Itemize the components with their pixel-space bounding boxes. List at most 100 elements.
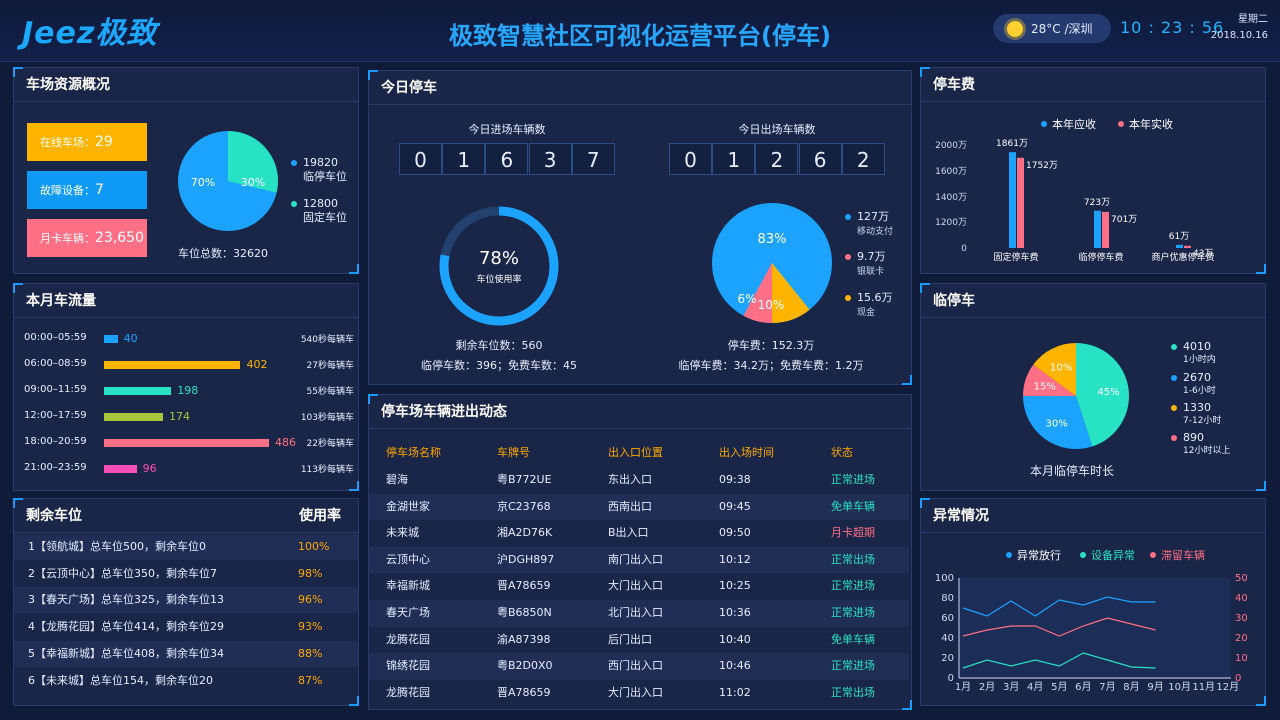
usage-label: 车位使用率	[476, 273, 521, 285]
remaining-spaces-panel: 剩余车位 使用率 1【领航城】总车位500，剩余车位0 100% 2【云顶中心】总车位…	[13, 498, 359, 706]
table-cell: 10:12	[719, 552, 751, 566]
x-tick: 12月	[1216, 681, 1239, 693]
flow-row: 18:00–20:59 486 22秒每辆车	[24, 436, 354, 450]
bar-received	[1017, 157, 1024, 248]
legend-receivable: 本年应收	[1052, 117, 1096, 131]
abnormal-panel: 异常情况 异常放行 设备异常 滞留车辆 0 20 40 60 80 100 0 10 20 30 40 50…	[920, 498, 1266, 706]
flow-row: 09:00–11:59 198 55秒每辆车	[24, 384, 354, 398]
space-type-pie: 70% 30%	[178, 131, 278, 231]
remain-text: 5【幸福新城】总车位408，剩余车位34	[28, 646, 224, 660]
flow-value: 174	[169, 410, 191, 423]
table-cell: 龙腾花园	[386, 685, 430, 699]
y-tick: 1200万	[935, 218, 967, 228]
table-cell: 11:02	[719, 685, 751, 699]
table-cell: 10:36	[719, 606, 751, 619]
in-count-digits: 01637	[399, 143, 615, 175]
flow-value: 402	[246, 358, 268, 371]
legend-value: 4010	[1183, 340, 1211, 353]
legend-value: 1330	[1183, 401, 1211, 414]
table-cell: 晋A78659	[497, 685, 551, 699]
table-cell: 10:40	[719, 632, 751, 646]
panel-title: 剩余车位 使用率	[14, 499, 358, 533]
usage-pct: 78%	[479, 248, 519, 269]
legend-received: 本年实收	[1129, 117, 1173, 131]
remain-text: 剩余车位数：560	[455, 339, 543, 352]
bar-label: 701万	[1111, 215, 1137, 225]
remain-text: 1【领航城】总车位500，剩余车位0	[28, 540, 206, 553]
x-tick: 11月	[1192, 681, 1215, 693]
table-cell: 大门出入口	[608, 685, 663, 699]
legend-label: 7-12小时	[1183, 416, 1222, 426]
flow-time: 21:00–23:59	[24, 462, 87, 473]
legend-label: 设备异常	[1091, 548, 1135, 562]
y-left-tick: 80	[941, 593, 954, 604]
date-text: 2018.10.16	[1210, 30, 1268, 41]
monthly-cards-box: 月卡车辆：23,650	[27, 219, 147, 257]
date-block: 星期二 2018.10.16	[1208, 12, 1268, 44]
table-cell: 晋A78659	[497, 579, 551, 593]
table-cell: 沪DGH897	[497, 552, 555, 566]
flow-value: 40	[123, 332, 138, 345]
y-tick: 2000万	[935, 141, 967, 151]
table-row: 龙腾花园 晋A78659 大门出入口 11:02 正常出场	[369, 680, 909, 707]
table-cell: 月卡超期	[831, 526, 875, 540]
today-parking-panel: 今日停车 今日进场车辆数 01637 今日出场车辆数 01262 78% 车位使…	[368, 70, 912, 385]
svg-text:6%: 6%	[737, 292, 756, 306]
pie-caption: 本月临停车时长	[1029, 464, 1114, 478]
pie-pct: 45%	[1097, 387, 1119, 398]
x-tick: 3月	[1003, 681, 1019, 693]
flow-time: 18:00–20:59	[24, 436, 87, 447]
flow-time: 00:00–05:59	[24, 332, 87, 343]
table-cell: 粤B772UE	[497, 473, 552, 486]
temp-parking-panel: 临停车 45% 30% 15% 10% 4010 1小时内 2670 1-6小时 1330 7-…	[920, 283, 1266, 491]
y-left-tick: 60	[941, 613, 954, 624]
remain-rate: 96%	[298, 593, 323, 607]
flow-value: 486	[275, 436, 296, 449]
flow-row: 06:00–08:59 402 27秒每辆车	[24, 358, 354, 372]
legend-label: 1小时内	[1183, 355, 1216, 365]
remain-text: 3【春天广场】总车位325，剩余车位13	[28, 593, 224, 607]
flow-row: 21:00–23:59 96 113秒每辆车	[24, 462, 354, 476]
legend-dot	[1171, 375, 1177, 381]
y-left-tick: 20	[941, 653, 954, 664]
fee-text: 停车费：152.3万	[727, 339, 815, 352]
y-tick: 0	[961, 244, 967, 254]
y-left-tick: 0	[948, 673, 954, 684]
remain-rate: 98%	[298, 566, 323, 580]
flow-bar	[104, 335, 118, 343]
rate-header: 使用率	[299, 508, 341, 524]
table-cell: 正常进场	[831, 606, 875, 619]
table-cell: 未来城	[386, 526, 419, 540]
list-item: 1【领航城】总车位500，剩余车位0 100%	[14, 534, 358, 560]
duration-legend-item: 2670 1-6小时	[1171, 372, 1216, 397]
list-item: 5【幸福新城】总车位408，剩余车位34 88%	[14, 640, 358, 667]
y-tick: 1400万	[935, 193, 967, 203]
table-cell: 正常进场	[831, 579, 875, 593]
table-cell: 10:25	[719, 579, 751, 593]
table-row: 春天广场 粤B6850N 北门出入口 10:36 正常进场	[369, 600, 909, 627]
digit-cell: 6	[798, 143, 842, 175]
bar-label: 61万	[1169, 232, 1189, 242]
table-cell: 金湖世家	[386, 499, 430, 513]
legend-label: 1-6小时	[1183, 386, 1216, 396]
category-label: 固定停车费	[993, 251, 1038, 263]
pie-pct: 10%	[1050, 363, 1072, 374]
digit-cell: 3	[528, 143, 572, 175]
y-right-tick: 40	[1235, 593, 1248, 604]
y-right-tick: 10	[1235, 653, 1248, 664]
table-cell: 北门出入口	[608, 606, 663, 619]
digit-cell: 1	[442, 143, 486, 175]
total-spaces-text: 车位总数：32620	[178, 247, 268, 260]
x-tick: 7月	[1099, 681, 1115, 693]
flow-rate: 103秒每辆车	[300, 413, 354, 423]
remain-rate: 100%	[298, 540, 330, 553]
flow-rate: 540秒每辆车	[300, 335, 354, 345]
resource-overview-panel: 车场资源概况 在线车场：29 故障设备：7 月卡车辆：23,650 70% 30…	[13, 67, 359, 274]
pie-pct: 15%	[1034, 382, 1056, 393]
category-label: 临停停车费	[1078, 251, 1123, 263]
y-right-tick: 30	[1235, 613, 1248, 624]
table-cell: 粤B2D0X0	[497, 659, 553, 673]
table-row: 碧海 粤B772UE 东出入口 09:38 正常进场	[369, 467, 909, 494]
x-tick: 1月	[955, 681, 971, 693]
flow-bar	[104, 361, 241, 369]
